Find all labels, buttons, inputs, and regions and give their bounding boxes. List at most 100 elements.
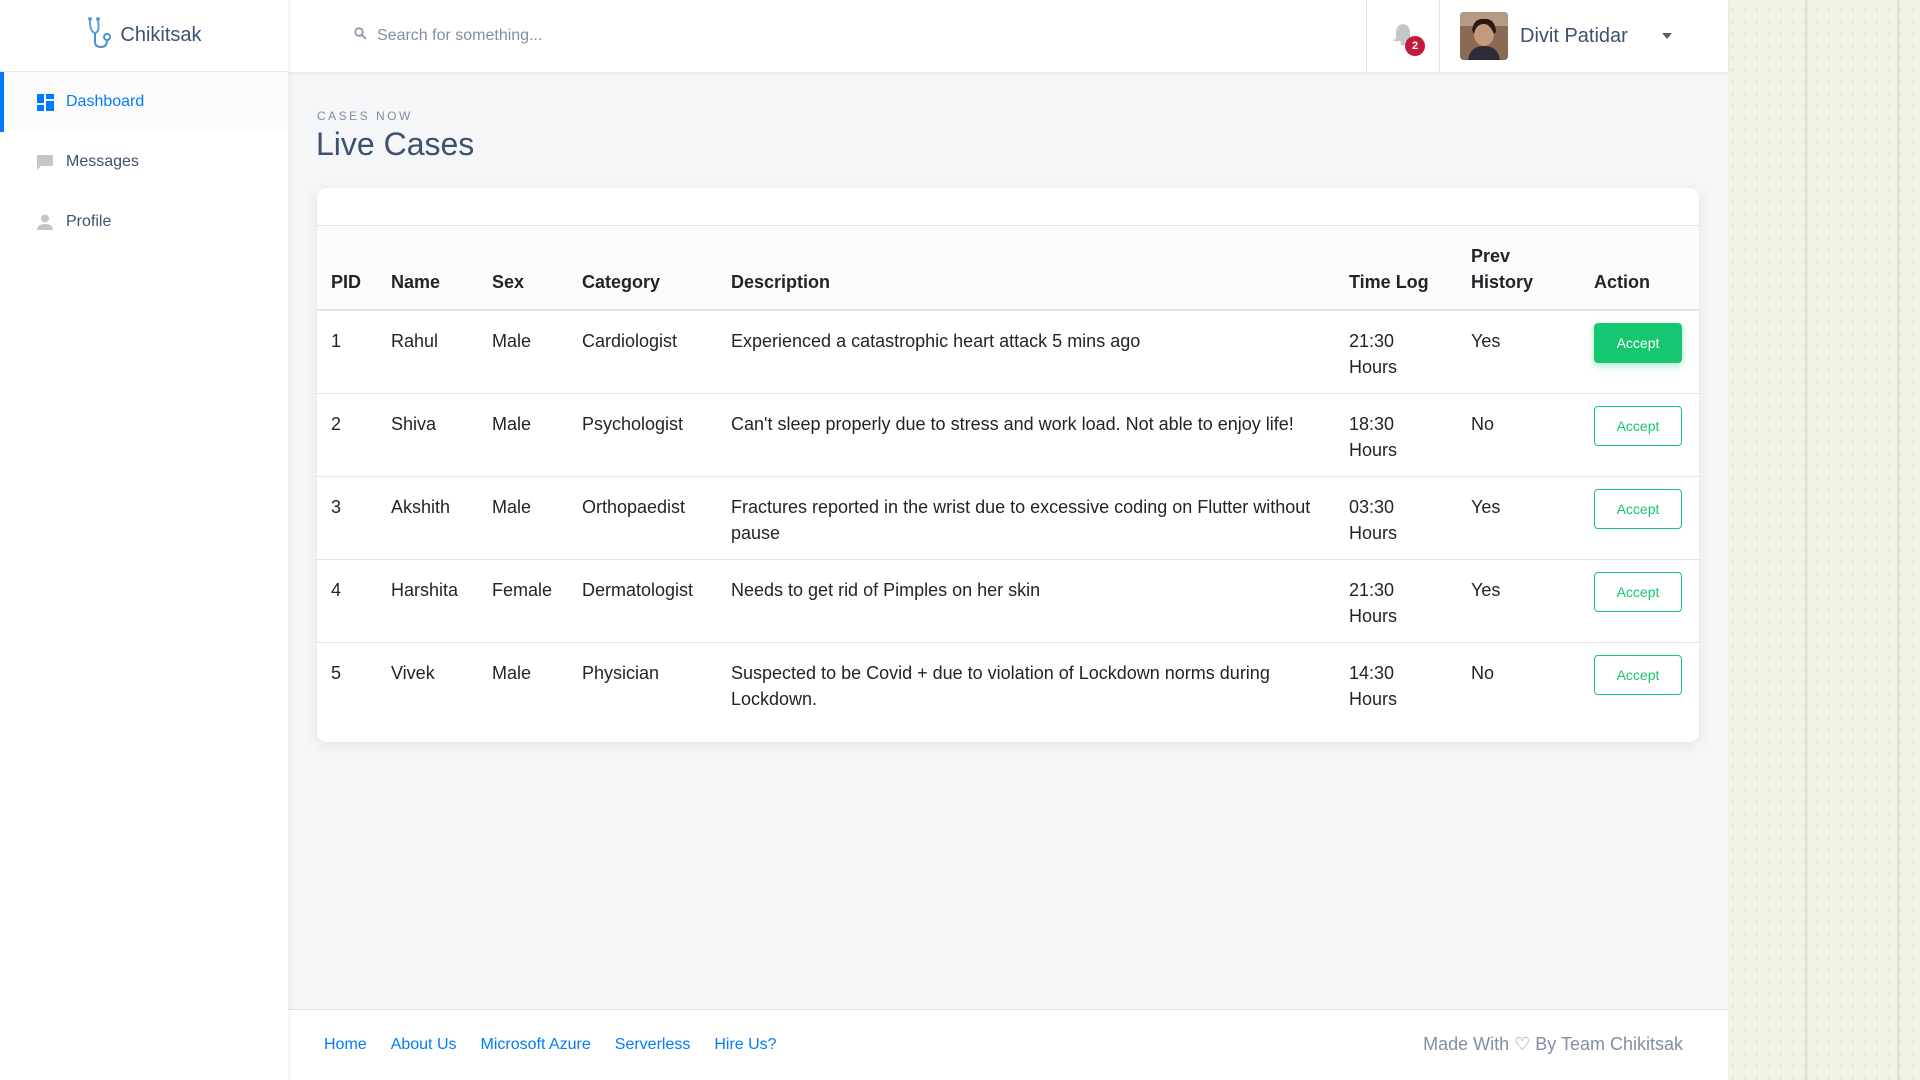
cell-name: Rahul (377, 310, 478, 394)
cell-category: Orthopaedist (568, 476, 717, 560)
cell-prev-history: Yes (1457, 476, 1580, 560)
cell-time-log: 14:30 Hours (1335, 642, 1457, 739)
table-row: 2 Shiva Male Psychologist Can't sleep pr… (317, 393, 1699, 477)
table-row: 3 Akshith Male Orthopaedist Fractures re… (317, 476, 1699, 560)
cell-category: Cardiologist (568, 310, 717, 394)
table-row: 1 Rahul Male Cardiologist Experienced a … (317, 310, 1699, 394)
card-header (317, 188, 1699, 226)
accept-button[interactable]: Accept (1594, 323, 1682, 363)
notifications-button[interactable]: 2 (1366, 0, 1440, 72)
footer: Home About Us Microsoft Azure Serverless… (288, 1009, 1728, 1080)
sidebar-item-profile[interactable]: Profile (0, 192, 288, 252)
time-log-text: 14:30 Hours (1349, 662, 1398, 709)
chat-icon (36, 153, 54, 171)
cell-description: Needs to get rid of Pimples on her skin (717, 559, 1335, 643)
cell-category: Dermatologist (568, 559, 717, 643)
cell-time-log: 18:30 Hours (1335, 393, 1457, 477)
cell-sex: Male (492, 662, 532, 683)
cell-sex: Female (478, 559, 568, 643)
cell-action: Accept (1580, 559, 1699, 643)
table-row: 5 Vivek Male Physician Suspected to be C… (317, 642, 1699, 739)
app-window: Chikitsak Dashboard Messages Profile Sea… (0, 0, 1728, 1080)
person-icon (36, 213, 54, 231)
cell-action: Accept (1580, 476, 1699, 560)
column-header-description[interactable]: Description (717, 226, 1335, 311)
column-header-name[interactable]: Name (377, 226, 478, 311)
accept-button[interactable]: Accept (1594, 654, 1682, 695)
footer-link-serverless[interactable]: Serverless (615, 1036, 691, 1054)
cell-description: Can't sleep properly due to stress and w… (717, 393, 1335, 477)
sidebar-item-label: Profile (66, 213, 112, 230)
footer-link-hire[interactable]: Hire Us? (714, 1036, 776, 1054)
time-log-text: 18:30 Hours (1349, 413, 1398, 460)
cell-prev-history: No (1471, 662, 1495, 683)
column-header-action[interactable]: Action (1580, 226, 1699, 311)
cell-description: Suspected to be Covid + due to violation… (731, 662, 1270, 709)
avatar (1460, 12, 1508, 60)
sidebar-item-label: Messages (66, 153, 139, 170)
cell-sex: Male (478, 393, 568, 477)
time-log-text: 21:30 Hours (1349, 579, 1398, 626)
accept-button[interactable]: Accept (1594, 571, 1682, 612)
sidebar: Chikitsak Dashboard Messages Profile (0, 0, 288, 1080)
cell-time-log: 03:30 Hours (1335, 476, 1457, 560)
sidebar-item-dashboard[interactable]: Dashboard (0, 72, 288, 132)
cell-name: Harshita (377, 559, 478, 643)
cell-time-log: 21:30 Hours (1335, 559, 1457, 643)
table-row: 4 Harshita Female Dermatologist Needs to… (317, 559, 1699, 643)
cell-prev-history: Yes (1457, 559, 1580, 643)
table-header-row: PID Name Sex Category Description Time L… (317, 226, 1699, 311)
cell-name: Akshith (377, 476, 478, 560)
cell-description: Fractures reported in the wrist due to e… (717, 476, 1335, 560)
cases-card: PID Name Sex Category Description Time L… (317, 188, 1699, 742)
cell-sex: Male (478, 310, 568, 394)
cell-name: Shiva (377, 393, 478, 477)
sidebar-item-label: Dashboard (66, 93, 145, 110)
page-subtitle: CASES NOW (317, 109, 413, 123)
cell-pid: 1 (317, 310, 377, 394)
column-header-category[interactable]: Category (568, 226, 717, 311)
accept-button[interactable]: Accept (1594, 405, 1682, 446)
time-log-text: 21:30 Hours (1349, 331, 1398, 377)
brand-name: Chikitsak (120, 24, 202, 46)
top-navbar: 2 Divit Patidar (288, 0, 1728, 72)
cell-prev-history: No (1457, 393, 1580, 477)
footer-link-azure[interactable]: Microsoft Azure (481, 1036, 591, 1054)
cell-name: Vivek (391, 662, 435, 683)
cell-action: Accept (1580, 310, 1699, 394)
cell-prev-history: Yes (1457, 310, 1580, 394)
accept-button[interactable]: Accept (1594, 488, 1682, 529)
cases-table: PID Name Sex Category Description Time L… (317, 226, 1699, 739)
footer-link-home[interactable]: Home (324, 1036, 367, 1054)
column-header-sex[interactable]: Sex (478, 226, 568, 311)
footer-link-about[interactable]: About Us (391, 1036, 457, 1054)
brand[interactable]: Chikitsak (0, 0, 288, 72)
stethoscope-icon (86, 16, 112, 55)
cell-action: Accept (1580, 642, 1699, 739)
background-pattern (1727, 0, 1920, 1080)
search-input[interactable] (377, 27, 977, 45)
notification-badge: 2 (1405, 36, 1425, 56)
page-title: Live Cases (316, 126, 475, 162)
chevron-down-icon (1661, 33, 1672, 39)
cell-sex: Male (478, 476, 568, 560)
cell-pid: 4 (317, 559, 377, 643)
user-menu[interactable]: Divit Patidar (1440, 12, 1728, 60)
search-icon (354, 27, 367, 45)
cell-pid: 2 (317, 393, 377, 477)
cell-pid: 3 (317, 476, 377, 560)
footer-credit: Made With ♡ By Team Chikitsak (1423, 1034, 1683, 1054)
user-name: Divit Patidar (1520, 24, 1628, 47)
sidebar-item-messages[interactable]: Messages (0, 132, 288, 192)
cell-category: Psychologist (568, 393, 717, 477)
time-log-text: 03:30 Hours (1349, 496, 1398, 543)
search-bar (288, 27, 1366, 45)
column-header-prev-history[interactable]: Prev History (1457, 226, 1580, 311)
column-header-pid[interactable]: PID (317, 226, 377, 311)
column-header-time-log[interactable]: Time Log (1335, 226, 1457, 311)
cell-description: Experienced a catastrophic heart attack … (717, 310, 1335, 394)
cell-category: Physician (582, 662, 660, 683)
cell-action: Accept (1580, 393, 1699, 477)
dashboard-icon (36, 93, 54, 111)
cell-pid: 5 (331, 662, 342, 683)
